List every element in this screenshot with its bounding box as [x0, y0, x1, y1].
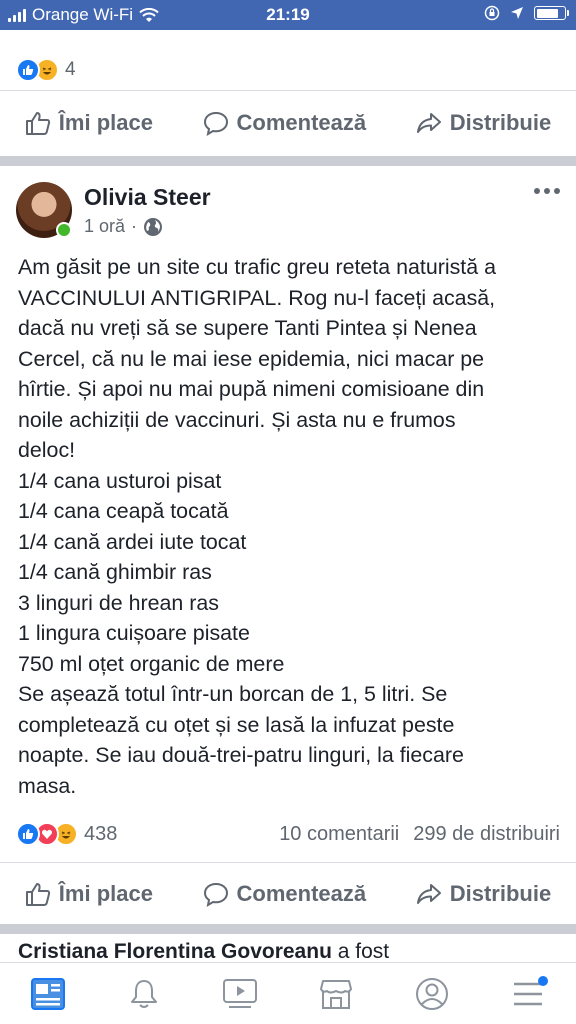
online-status-badge	[56, 222, 72, 238]
post-time[interactable]: 1 oră	[84, 216, 125, 237]
status-bar: Orange Wi-Fi 21:19	[0, 0, 576, 30]
like-label: Îmi place	[58, 109, 153, 135]
post-body-line: noile achiziții de vaccinuri. Și asta nu…	[18, 407, 456, 432]
video-icon	[223, 978, 257, 1008]
feed-separator	[0, 924, 576, 934]
thumbs-up-icon	[25, 882, 50, 906]
post-header: Olivia Steer 1 oră ·	[0, 170, 576, 250]
notification-dot	[538, 975, 548, 986]
post-body-line: Se așează totul într-un borcan de 1, 5 l…	[18, 682, 448, 706]
like-button[interactable]: Îmi place	[25, 881, 153, 907]
bottom-tab-bar	[0, 962, 576, 1024]
like-label: Îmi place	[58, 880, 153, 906]
post-author[interactable]: Olivia Steer	[84, 184, 211, 211]
globe-icon	[144, 217, 163, 236]
post-body-line: 1/4 cană ardei iute tocat	[18, 529, 247, 554]
like-button[interactable]: Îmi place	[25, 110, 153, 136]
location-icon	[511, 7, 523, 19]
next-post-author[interactable]: Cristiana Florentina Govoreanu	[18, 940, 332, 963]
share-button[interactable]: Distribuie	[416, 881, 551, 907]
more-options-button[interactable]	[534, 188, 560, 194]
post-body-line: 1 lingura cuișoare pisate	[18, 621, 250, 645]
marketplace-icon	[320, 979, 352, 1009]
share-icon	[416, 883, 441, 904]
post-stats: 438 10 comentarii 299 de distribuiri	[0, 814, 576, 854]
reaction-count: 438	[84, 822, 118, 845]
comment-label: Comentează	[236, 880, 367, 906]
battery-icon	[534, 6, 569, 20]
post-body-line: Am găsit pe un site cu trafic greu retet…	[18, 255, 496, 279]
tab-marketplace[interactable]	[312, 970, 360, 1018]
share-label: Distribuie	[449, 880, 552, 906]
tab-notifications[interactable]	[120, 970, 168, 1018]
feed-separator	[0, 156, 576, 166]
post-body-line: masa.	[18, 773, 77, 798]
next-post-header: Cristiana Florentina Govoreanu a fost	[18, 940, 389, 964]
share-icon	[416, 112, 441, 133]
comment-icon	[203, 111, 228, 136]
post-body-line: 3 linguri de hrean ras	[18, 590, 219, 615]
post-body: Am găsit pe un site cu trafic greu retet…	[18, 252, 563, 801]
tab-menu[interactable]	[504, 970, 552, 1018]
tab-watch[interactable]	[216, 970, 264, 1018]
post-body-line: completează cu oțet și se lasă la infuza…	[18, 712, 455, 737]
post-body-line: dacă nu vreți să se supere Tanti Pintea …	[18, 316, 477, 340]
reaction-count: 4	[65, 59, 76, 80]
share-label: Distribuie	[449, 109, 552, 135]
next-post-text: a fost	[337, 940, 390, 963]
reactions-summary[interactable]: 4	[0, 50, 576, 90]
post-body-line: 1/4 cana usturoi pisat	[18, 468, 222, 493]
post-body-line: hîrtie. Și apoi nu mai pupă nimeni comis…	[18, 377, 485, 401]
post-body-line: Cercel, că nu le mai iese epidemia, nici…	[18, 346, 485, 371]
tab-profile[interactable]	[408, 970, 456, 1018]
like-reaction-icon	[16, 58, 40, 82]
share-button[interactable]: Distribuie	[416, 110, 551, 136]
post-body-line: noapte. Se iau două-trei-patru linguri, …	[18, 743, 464, 767]
bell-icon	[131, 979, 157, 1008]
previous-post-footer: 4 Îmi place Comentează Distribuie	[0, 50, 576, 154]
profile-icon	[416, 977, 448, 1010]
like-reaction-icon	[16, 822, 40, 846]
comment-button[interactable]: Comentează	[203, 880, 367, 907]
comment-icon	[203, 882, 228, 907]
post-body-line: 750 ml oțet organic de mere	[18, 651, 285, 676]
comment-button[interactable]: Comentează	[203, 109, 367, 136]
rotation-lock-icon	[484, 5, 500, 21]
post-body-line: deloc!	[18, 438, 76, 462]
comment-label: Comentează	[236, 109, 367, 135]
reactions-summary[interactable]	[16, 822, 78, 846]
meta-separator: ·	[131, 216, 138, 236]
tab-news-feed[interactable]	[24, 970, 72, 1018]
shares-count[interactable]: 299 de distribuiri	[413, 823, 560, 846]
thumbs-up-icon	[25, 111, 50, 135]
news-feed-icon	[31, 977, 65, 1010]
post-body-line: VACCINULUI ANTIGRIPAL. Rog nu-l faceți a…	[18, 285, 496, 310]
post-body-line: 1/4 cană ghimbir ras	[18, 560, 212, 584]
post-body-line: 1/4 cana ceapă tocată	[18, 499, 229, 523]
comments-count[interactable]: 10 comentarii	[279, 823, 399, 846]
